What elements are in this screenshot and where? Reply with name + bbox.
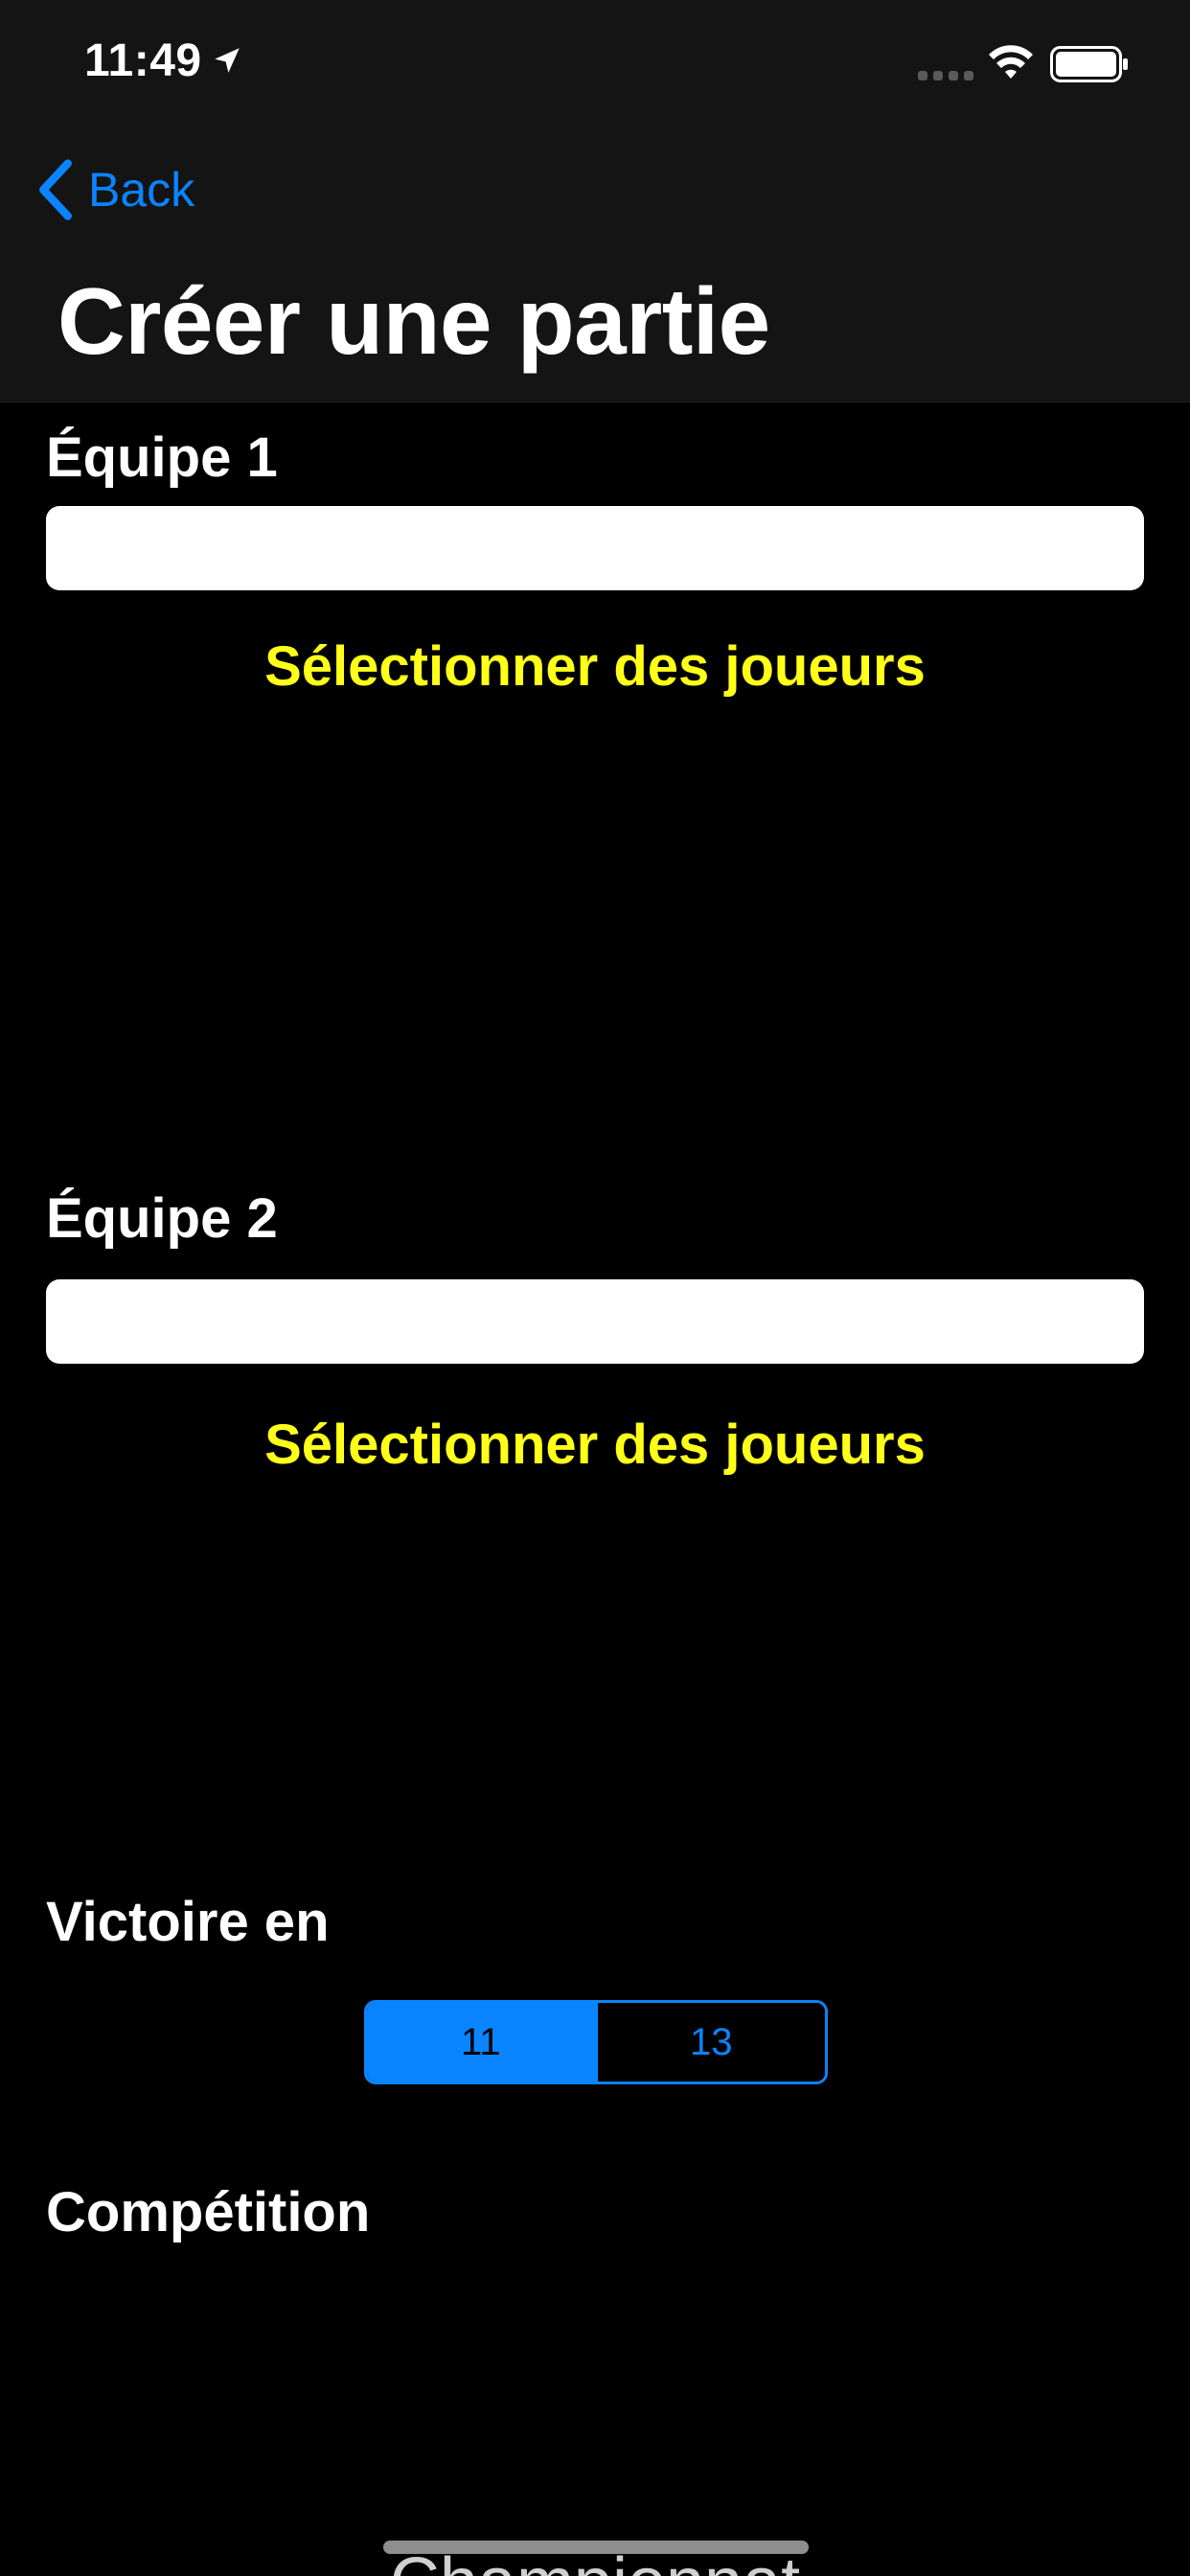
location-arrow-icon bbox=[215, 48, 240, 73]
back-label: Back bbox=[88, 163, 195, 217]
team2-name-field[interactable] bbox=[46, 1279, 1144, 1364]
victory-segmented-control: 11 13 bbox=[364, 2000, 828, 2084]
status-time: 11:49 bbox=[84, 35, 202, 86]
competition-label: Compétition bbox=[46, 2181, 371, 2243]
battery-icon bbox=[1050, 46, 1128, 82]
team2-select-players-button[interactable]: Sélectionner des joueurs bbox=[0, 1413, 1190, 1477]
victory-label: Victoire en bbox=[46, 1891, 330, 1953]
page-title: Créer une partie bbox=[57, 268, 770, 374]
team1-name-field[interactable] bbox=[46, 506, 1144, 590]
team1-select-players-button[interactable]: Sélectionner des joueurs bbox=[0, 634, 1190, 699]
team2-label: Équipe 2 bbox=[46, 1187, 278, 1250]
signal-icon bbox=[918, 71, 973, 80]
chevron-left-icon bbox=[39, 159, 72, 220]
navigation-bar: 11:49 Back Créer une partie bbox=[0, 0, 1190, 402]
home-indicator bbox=[383, 2541, 809, 2554]
back-button[interactable]: Back bbox=[34, 153, 195, 226]
victory-option-11[interactable]: 11 bbox=[367, 2003, 595, 2082]
screen: 11:49 Back Créer une partie Équipe 1 Sél… bbox=[0, 0, 1190, 2576]
team1-label: Équipe 1 bbox=[46, 426, 278, 489]
victory-option-13[interactable]: 13 bbox=[594, 2003, 825, 2082]
status-bar: 11:49 bbox=[0, 0, 1190, 128]
wifi-icon bbox=[989, 45, 1033, 79]
